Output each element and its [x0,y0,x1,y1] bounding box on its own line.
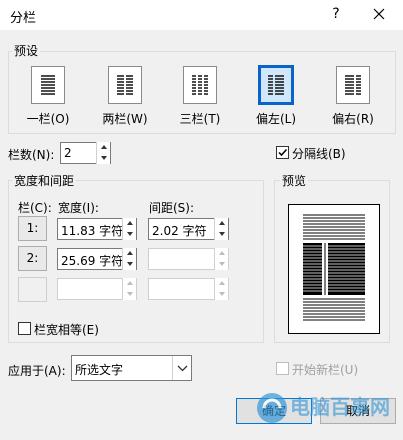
preset-left[interactable]: 偏左(L) [248,65,304,152]
preset-one-column-label: 一栏(O) [26,112,70,126]
stepper-down-icon[interactable] [123,229,136,239]
stepper-down-icon [215,259,228,269]
new-column-label: 开始新栏(U) [292,363,359,377]
preset-one-column[interactable]: 一栏(O) [20,66,76,152]
spacing-2-stepper [214,248,228,270]
stepper-down-icon[interactable] [97,153,110,163]
spacing-3-stepper [214,278,228,300]
watermark-text: 电脑百事网 [290,395,390,419]
separator-label: 分隔线(B) [292,147,346,161]
width-header: 宽度(I): [58,201,99,215]
stepper-up-icon[interactable] [123,218,136,228]
stepper-down-icon [215,289,228,299]
two-column-icon [108,66,142,104]
stepper-down-icon[interactable] [123,259,136,269]
width-spacing-group-label: 宽度和间距 [12,172,77,189]
preview-page [288,204,380,334]
preset-right-label: 偏右(R) [332,112,374,126]
width-1-stepper[interactable] [122,218,136,240]
stepper-down-icon[interactable] [215,229,228,239]
apply-to-label: 应用于(A): [8,364,66,378]
spacing-1-value: 2.02 字符 [152,224,207,238]
right-column-icon [336,66,370,104]
preset-three-columns[interactable]: 三栏(T) [172,66,228,152]
stepper-down-icon [123,289,136,299]
one-column-icon [31,66,65,104]
column-3-button [18,277,47,302]
preview-columns-graphic [303,214,365,321]
spacing-1-stepper[interactable] [214,218,228,240]
presets-group-label: 预设 [12,42,41,59]
left-column-icon [258,65,294,105]
stepper-up-icon[interactable] [97,142,110,152]
preview-group-label: 预览 [280,172,309,189]
width-1-value: 11.83 字符 [61,224,124,238]
equal-width-checkbox[interactable] [18,322,31,335]
new-column-checkbox [276,362,289,375]
separator-checkbox[interactable] [276,146,289,159]
col-header: 栏(C): [18,201,52,215]
preset-two-columns-label: 两栏(W) [102,112,148,126]
apply-to-value: 所选文字 [75,363,124,377]
width-3-stepper [122,278,136,300]
stepper-up-icon[interactable] [123,248,136,258]
equal-width-label: 栏宽相等(E) [34,323,99,337]
stepper-up-icon [123,278,136,288]
column-1-button[interactable]: 1: [18,216,47,241]
watermark-logo: 电脑百事网 [248,378,403,437]
dialog-title: 分栏 [10,11,37,26]
num-columns-label: 栏数(N): [8,148,55,162]
width-2-stepper[interactable] [122,248,136,270]
preset-two-columns[interactable]: 两栏(W) [97,66,153,152]
spacing-header: 间距(S): [149,201,195,215]
stepper-up-icon[interactable] [215,218,228,228]
width-2-value: 25.69 字符 [61,254,124,268]
stepper-up-icon [215,278,228,288]
three-column-icon [183,66,217,104]
stepper-up-icon [215,248,228,258]
close-icon[interactable] [367,2,391,26]
chevron-down-icon[interactable] [172,356,191,380]
num-columns-stepper[interactable] [96,142,110,164]
preset-right[interactable]: 偏右(R) [325,66,381,152]
preset-three-columns-label: 三栏(T) [179,112,221,126]
num-columns-value: 2 [64,146,72,160]
column-2-button[interactable]: 2: [18,246,47,271]
preset-left-label: 偏左(L) [255,112,297,126]
help-button[interactable]: ? [326,4,346,24]
